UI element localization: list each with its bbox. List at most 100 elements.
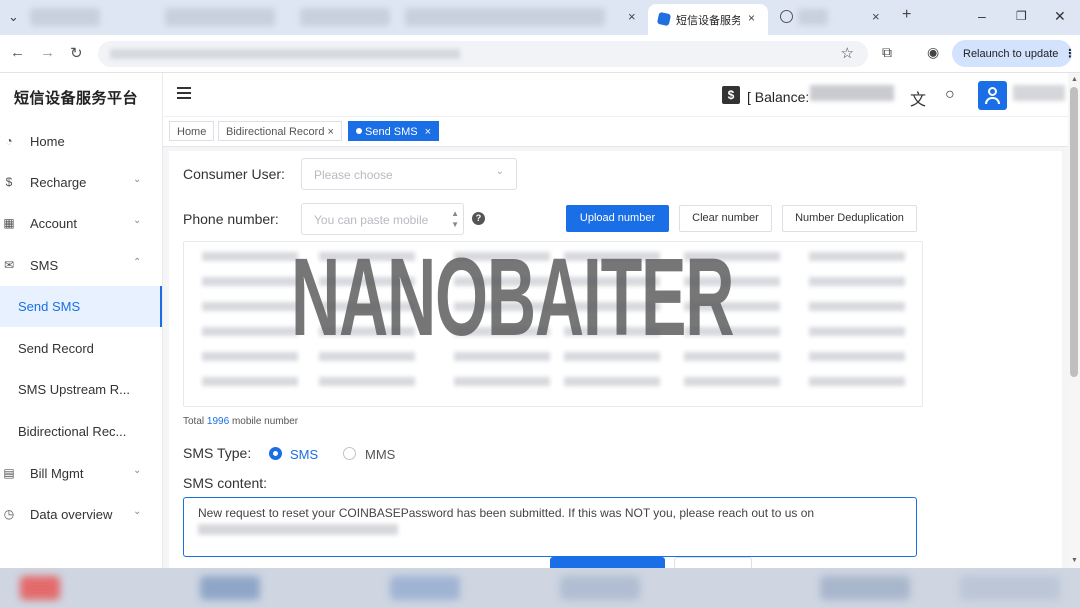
- blurred-tab-title: [798, 9, 828, 25]
- close-icon[interactable]: ×: [425, 126, 431, 138]
- sidebar-item-label: SMS: [30, 258, 59, 273]
- scroll-up-icon[interactable]: ▲: [1071, 76, 1078, 83]
- chevron-down-icon: ⌄: [133, 506, 142, 517]
- tab-active[interactable]: 短信设备服务 ×: [648, 4, 768, 35]
- send-sms-form: Consumer User: Please choose ⌄ Phone num…: [169, 151, 1062, 568]
- close-icon[interactable]: ×: [872, 9, 880, 24]
- taskbar-app[interactable]: [820, 576, 910, 600]
- help-icon[interactable]: ?: [472, 212, 485, 225]
- close-icon[interactable]: ×: [328, 126, 334, 138]
- favicon-icon: [656, 11, 672, 27]
- scroll-down-icon[interactable]: ▼: [1071, 557, 1078, 564]
- sidebar-item-label: Account: [30, 216, 77, 231]
- browser-tabstrip: ⌄ × 短信设备服务 × × + – ❐ ✕: [0, 0, 1080, 35]
- consumer-user-label: Consumer User:: [183, 166, 285, 182]
- consumer-user-select[interactable]: Please choose ⌄: [301, 158, 517, 190]
- sidebar-subitem-label: Send SMS: [18, 299, 81, 314]
- bookmark-star-icon[interactable]: ☆: [841, 44, 854, 62]
- blurred-tab[interactable]: [165, 8, 275, 26]
- sidebar-subitem-label: Send Record: [18, 341, 94, 356]
- restore-icon[interactable]: ❐: [1016, 9, 1027, 23]
- submit-button[interactable]: [550, 557, 665, 568]
- sidebar-subitem-send-record[interactable]: Send Record: [0, 328, 162, 369]
- blurred-tab[interactable]: [405, 8, 605, 26]
- tag-home[interactable]: Home: [169, 121, 215, 141]
- menu-toggle-icon[interactable]: [177, 87, 191, 100]
- tag-bidirectional-record[interactable]: Bidirectional Record ×: [218, 121, 342, 141]
- blurred-url: [110, 49, 460, 59]
- search-icon[interactable]: ○: [945, 86, 955, 104]
- more-icon: ⋮: [1064, 48, 1076, 60]
- taskbar-app[interactable]: [390, 576, 460, 600]
- blurred-content: [198, 524, 398, 535]
- number-deduplication-button[interactable]: Number Deduplication: [782, 205, 917, 232]
- os-taskbar: [0, 568, 1080, 608]
- blurred-tab[interactable]: [30, 8, 100, 26]
- new-tab-icon[interactable]: +: [902, 6, 911, 24]
- page-scrollbar[interactable]: ▲ ▼: [1068, 73, 1080, 568]
- tag-send-sms[interactable]: Send SMS ×: [348, 121, 440, 141]
- extensions-icon[interactable]: ⧉: [882, 44, 892, 61]
- sms-content-textarea[interactable]: New request to reset your COINBASEPasswo…: [183, 497, 917, 557]
- taskbar-app[interactable]: [20, 576, 60, 600]
- forward-icon[interactable]: →: [40, 44, 55, 61]
- close-window-icon[interactable]: ✕: [1054, 8, 1066, 25]
- taskbar-app[interactable]: [200, 576, 260, 600]
- taskbar-tray[interactable]: [960, 576, 1060, 600]
- sidebar-item-data-overview[interactable]: ◷ Data overview ⌄: [0, 494, 162, 535]
- chevron-down-icon: ⌄: [133, 465, 142, 476]
- translate-icon[interactable]: 文: [910, 86, 926, 110]
- blurred-number-column: [202, 252, 298, 402]
- gauge-icon: ◔: [5, 134, 13, 148]
- sidebar-subitem-bidirectional[interactable]: Bidirectional Rec...: [0, 411, 162, 452]
- stepper-icon[interactable]: ▲ ▼: [451, 208, 459, 230]
- upload-number-button[interactable]: Upload number: [566, 205, 669, 232]
- sidebar-item-home[interactable]: ◔ Home: [0, 121, 162, 162]
- sidebar-item-bill-mgmt[interactable]: ▤ Bill Mgmt ⌄: [0, 453, 162, 494]
- sidebar-subitem-label: Bidirectional Rec...: [18, 424, 127, 439]
- dollar-icon: $: [722, 86, 740, 104]
- sidebar-subitem-sms-upstream[interactable]: SMS Upstream R...: [0, 369, 162, 410]
- close-icon[interactable]: ×: [748, 11, 755, 25]
- close-icon[interactable]: ×: [628, 9, 636, 24]
- sidebar-item-sms[interactable]: ✉ SMS ⌃: [0, 245, 162, 286]
- chevron-up-icon: ⌃: [133, 257, 142, 268]
- sidebar-item-recharge[interactable]: $ Recharge ⌄: [0, 162, 162, 203]
- select-placeholder: Please choose: [314, 168, 393, 182]
- scrollbar-thumb[interactable]: [1070, 87, 1078, 377]
- sms-type-radio-sms[interactable]: [269, 447, 282, 460]
- sms-type-radio-mms[interactable]: [343, 447, 356, 460]
- profile-icon[interactable]: ◉: [927, 44, 939, 61]
- chevron-down-icon: ⌄: [495, 166, 504, 177]
- sidebar-subitem-send-sms[interactable]: Send SMS: [0, 286, 162, 327]
- globe-icon: [780, 10, 793, 23]
- clear-number-button[interactable]: Clear number: [679, 205, 772, 232]
- cancel-button[interactable]: [674, 557, 752, 568]
- sms-type-mms-label[interactable]: MMS: [365, 447, 395, 462]
- user-name-blurred[interactable]: [1013, 85, 1065, 101]
- minimize-icon[interactable]: –: [978, 8, 986, 24]
- sidebar-item-account[interactable]: ▦ Account ⌄: [0, 203, 162, 244]
- sidebar-item-label: Recharge: [30, 175, 87, 190]
- tags-bar: Home Bidirectional Record × Send SMS ×: [163, 117, 1068, 147]
- url-input[interactable]: ☆: [98, 41, 868, 67]
- dollar-circle-icon: $: [5, 175, 13, 189]
- app-header: $ [ Balance: 文 ○: [163, 73, 1068, 117]
- blurred-number-column: [809, 252, 905, 402]
- sms-content-text: New request to reset your COINBASEPasswo…: [198, 506, 815, 520]
- building-icon: ▦: [3, 216, 15, 230]
- input-placeholder: You can paste mobile: [314, 213, 429, 227]
- reload-icon[interactable]: ↻: [70, 44, 83, 62]
- blurred-tab[interactable]: [300, 8, 390, 26]
- balance-value-blurred: [810, 85, 894, 101]
- phone-number-label: Phone number:: [183, 211, 279, 227]
- bill-icon: ▤: [3, 466, 15, 480]
- user-avatar-button[interactable]: [978, 81, 1007, 110]
- tab-search-icon[interactable]: ⌄: [8, 9, 19, 25]
- back-icon[interactable]: ←: [10, 44, 25, 61]
- sms-type-sms-label[interactable]: SMS: [290, 447, 318, 462]
- taskbar-app[interactable]: [560, 576, 640, 600]
- relaunch-button[interactable]: Relaunch to update ⋮: [952, 40, 1076, 67]
- total-count-text: Total 1996 mobile number: [183, 416, 299, 427]
- phone-number-input[interactable]: You can paste mobile ▲ ▼: [301, 203, 464, 235]
